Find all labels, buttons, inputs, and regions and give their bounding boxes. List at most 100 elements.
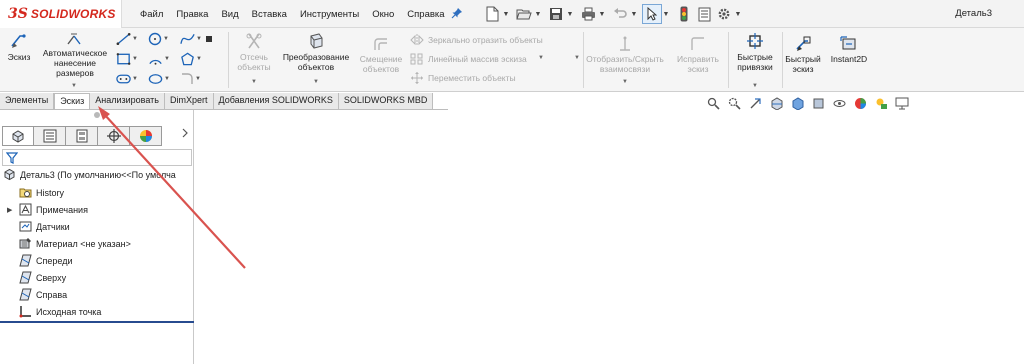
display-style-icon[interactable] xyxy=(811,96,825,110)
chevron-down-icon[interactable]: ▼ xyxy=(132,36,138,42)
display-manager-tab[interactable] xyxy=(130,126,162,146)
chevron-down-icon[interactable]: ▼ xyxy=(313,79,319,85)
tree-item-right-plane[interactable]: Справа xyxy=(19,287,67,302)
chevron-down-icon[interactable]: ▼ xyxy=(534,11,542,18)
configuration-manager-tab[interactable] xyxy=(66,126,98,146)
spline-tool[interactable]: ▼ xyxy=(180,31,202,47)
tree-item-origin[interactable]: Исходная точка xyxy=(19,304,101,319)
repair-sketch-button[interactable]: Исправить эскиз xyxy=(674,36,722,74)
chevron-down-icon[interactable]: ▼ xyxy=(538,55,544,61)
tab-dimxpert[interactable]: DimXpert xyxy=(164,93,214,109)
tree-item-front-plane[interactable]: Спереди xyxy=(19,253,72,268)
tree-item-annotations[interactable]: Примечания xyxy=(19,202,88,217)
convert-entities-button[interactable]: Преобразование объектов xyxy=(276,32,356,72)
previous-view-icon[interactable] xyxy=(748,96,762,110)
undo-icon[interactable] xyxy=(610,4,630,24)
new-document-icon[interactable] xyxy=(482,4,502,24)
move-entities-button[interactable]: Переместить объекты xyxy=(410,72,516,84)
chevron-down-icon[interactable]: ▼ xyxy=(196,56,202,62)
property-manager-tab[interactable] xyxy=(34,126,66,146)
chevron-down-icon[interactable]: ▼ xyxy=(574,55,580,61)
menu-view[interactable]: Вид xyxy=(221,9,238,20)
file-properties-icon[interactable] xyxy=(694,4,714,24)
tree-item-sensors[interactable]: Датчики xyxy=(19,219,70,234)
smart-dimension-button[interactable]: Автоматическое нанесение размеров xyxy=(38,32,112,78)
menu-tools[interactable]: Инструменты xyxy=(300,9,359,20)
chevron-down-icon[interactable]: ▼ xyxy=(132,56,138,62)
menu-insert[interactable]: Вставка xyxy=(252,9,287,20)
chevron-down-icon[interactable]: ▼ xyxy=(630,11,638,18)
rectangle-tool[interactable]: ▼ xyxy=(116,51,138,67)
view-settings-icon[interactable] xyxy=(895,96,909,110)
arc-tool[interactable]: ▼ xyxy=(148,51,170,67)
scene-icon[interactable] xyxy=(874,96,888,110)
circle-tool[interactable]: ▼ xyxy=(148,31,170,47)
tab-addins[interactable]: Добавления SOLIDWORKS xyxy=(213,93,339,109)
chevron-down-icon[interactable]: ▼ xyxy=(622,79,628,85)
menu-help[interactable]: Справка xyxy=(407,9,444,20)
chevron-down-icon[interactable]: ▼ xyxy=(752,83,758,89)
hide-show-items-icon[interactable] xyxy=(832,96,846,110)
chevron-down-icon[interactable]: ▼ xyxy=(502,11,510,18)
chevron-down-icon[interactable]: ▼ xyxy=(734,11,742,18)
offset-entities-button[interactable]: Смещение объектов xyxy=(356,36,406,74)
chevron-down-icon[interactable]: ▼ xyxy=(71,83,77,89)
sketch-button[interactable]: Эскиз xyxy=(4,32,34,62)
chevron-down-icon[interactable]: ▼ xyxy=(163,36,169,42)
solidworks-logo[interactable]: 3S SOLIDWORKS xyxy=(0,0,122,28)
expand-arrow-icon[interactable]: ▶ xyxy=(7,206,12,214)
quick-snaps-button[interactable]: Быстрые привязки xyxy=(732,32,778,72)
zoom-to-area-icon[interactable] xyxy=(727,96,741,110)
menu-window[interactable]: Окно xyxy=(372,9,394,20)
chevron-down-icon[interactable]: ▼ xyxy=(164,76,170,82)
menu-edit[interactable]: Правка xyxy=(176,9,208,20)
dimxpert-manager-tab[interactable] xyxy=(98,126,130,146)
slot-tool[interactable]: ▼ xyxy=(116,71,138,87)
trim-entities-button[interactable]: Отсечь объекты xyxy=(232,32,276,72)
instant2d-button[interactable]: Instant2D xyxy=(826,36,872,64)
gear-icon[interactable] xyxy=(714,4,734,24)
panel-grip[interactable] xyxy=(94,112,100,118)
tree-item-history[interactable]: History xyxy=(19,185,64,200)
tree-item-material[interactable]: Материал <не указан> xyxy=(19,236,131,251)
rollback-bar[interactable] xyxy=(0,321,194,323)
rapid-sketch-button[interactable]: Быстрый эскиз xyxy=(784,36,822,74)
chevron-down-icon[interactable]: ▼ xyxy=(132,76,138,82)
repair-label: Исправить эскиз xyxy=(676,54,719,74)
point-tool[interactable] xyxy=(204,31,226,47)
appearance-icon[interactable] xyxy=(853,96,867,110)
pin-icon[interactable] xyxy=(451,7,463,19)
linear-pattern-button[interactable]: Линейный массив эскиза xyxy=(410,53,527,65)
save-icon[interactable] xyxy=(546,4,566,24)
select-cursor-icon[interactable] xyxy=(642,4,662,24)
feature-manager-tab[interactable] xyxy=(2,126,34,146)
display-relations-button[interactable]: Отобразить/Скрыть взаимосвязи xyxy=(586,36,664,74)
print-icon[interactable] xyxy=(578,4,598,24)
chevron-down-icon[interactable]: ▼ xyxy=(195,76,201,82)
section-view-icon[interactable] xyxy=(769,96,783,110)
line-tool[interactable]: ▼ xyxy=(116,31,138,47)
chevron-down-icon[interactable]: ▼ xyxy=(251,79,257,85)
tab-features[interactable]: Элементы xyxy=(0,93,55,109)
tab-evaluate[interactable]: Анализировать xyxy=(90,93,165,109)
chevron-down-icon[interactable]: ▼ xyxy=(598,11,606,18)
menu-file[interactable]: Файл xyxy=(140,9,163,20)
open-folder-icon[interactable] xyxy=(514,4,534,24)
chevron-down-icon[interactable]: ▼ xyxy=(164,56,170,62)
ellipse-tool[interactable]: ▼ xyxy=(148,71,170,87)
chevron-right-icon[interactable] xyxy=(180,128,190,138)
tree-root-part[interactable]: Деталь3 (По умолчанию<<По умолча xyxy=(3,167,176,182)
tab-mbd[interactable]: SOLIDWORKS MBD xyxy=(338,93,434,109)
tree-item-top-plane[interactable]: Сверху xyxy=(19,270,66,285)
tree-filter-field[interactable] xyxy=(2,149,192,166)
fillet-tool[interactable]: ▼ xyxy=(180,71,202,87)
chevron-down-icon[interactable]: ▼ xyxy=(662,11,670,18)
view-orientation-icon[interactable] xyxy=(790,96,804,110)
polygon-tool[interactable]: ▼ xyxy=(180,51,202,67)
tab-sketch[interactable]: Эскиз xyxy=(54,93,91,109)
traffic-light-icon[interactable] xyxy=(674,4,694,24)
chevron-down-icon[interactable]: ▼ xyxy=(196,36,202,42)
zoom-to-fit-icon[interactable] xyxy=(706,96,720,110)
chevron-down-icon[interactable]: ▼ xyxy=(566,11,574,18)
mirror-entities-button[interactable]: Зеркально отразить объекты xyxy=(410,34,543,46)
